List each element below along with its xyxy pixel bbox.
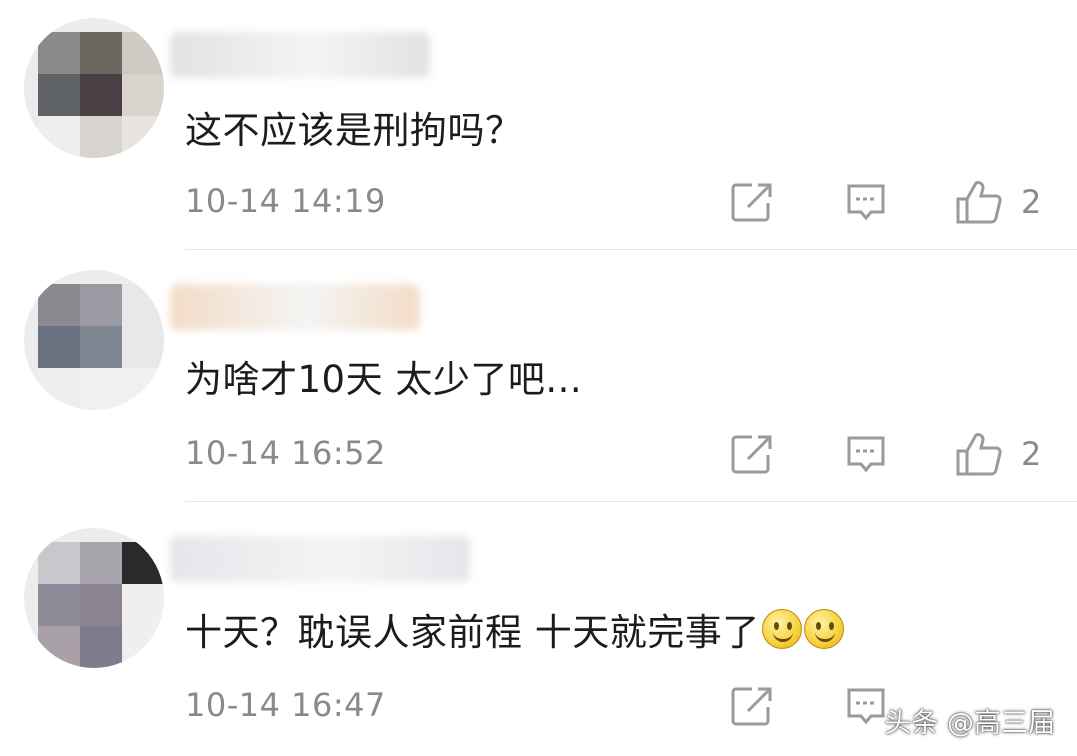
avatar-pixel (80, 584, 122, 626)
share-icon (730, 433, 774, 475)
username-blurred[interactable] (170, 284, 420, 330)
avatar-pixel (80, 626, 122, 668)
avatar[interactable] (24, 18, 164, 158)
thumbs-up-icon (955, 179, 1003, 225)
thumbs-up-icon (955, 431, 1003, 477)
avatar-pixel (38, 584, 80, 626)
avatar-pixel (122, 32, 164, 74)
avatar-pixel (80, 74, 122, 116)
comment-text: 为啥才10天 太少了吧... (185, 358, 583, 401)
avatar-pixel (122, 542, 164, 584)
comment-icon (845, 685, 887, 727)
share-button[interactable] (730, 180, 774, 224)
share-button[interactable] (730, 684, 774, 728)
avatar-pixel (38, 116, 80, 158)
avatar-pixel (38, 368, 80, 410)
avatar-pixel (122, 368, 164, 410)
reply-button[interactable] (845, 432, 887, 476)
avatar-pixel (38, 32, 80, 74)
watermark: 头条 @高三届 (884, 708, 1055, 739)
comment-text: 这不应该是刑拘吗？ (185, 109, 523, 152)
avatar-pixel (38, 326, 80, 368)
avatar-pixel (38, 626, 80, 668)
comment-icon (845, 181, 887, 223)
comment-icon (845, 433, 887, 475)
share-icon (730, 685, 774, 727)
avatar-pixel (122, 284, 164, 326)
share-button[interactable] (730, 432, 774, 476)
like-button[interactable]: 2 (955, 432, 1041, 476)
comment-text: 十天？耽误人家前程 十天就完事了 (185, 602, 844, 656)
avatar-pixel (122, 584, 164, 626)
avatar-pixel (80, 32, 122, 74)
avatar-pixel (38, 542, 80, 584)
avatar-pixel (122, 116, 164, 158)
avatar-pixel (80, 116, 122, 158)
avatar-pixel (38, 284, 80, 326)
smile-emoji-icon (803, 609, 844, 649)
like-button[interactable]: 2 (955, 180, 1041, 224)
comment-time: 10-14 16:47 (185, 686, 386, 724)
comment-time: 10-14 14:19 (185, 182, 386, 220)
divider (185, 501, 1077, 502)
reply-button[interactable] (845, 180, 887, 224)
avatar-pixel (122, 326, 164, 368)
avatar[interactable] (24, 528, 164, 668)
comment-time: 10-14 16:52 (185, 434, 386, 472)
like-count: 2 (1021, 435, 1042, 473)
username-blurred[interactable] (170, 32, 430, 78)
username-blurred[interactable] (170, 536, 470, 582)
like-count: 2 (1021, 183, 1042, 221)
smile-emoji-icon (761, 609, 802, 649)
avatar-pixel (122, 626, 164, 668)
comment-item: 这不应该是刑拘吗？ 10-14 14:19 2 (0, 0, 1077, 250)
avatar-pixel (80, 284, 122, 326)
divider (185, 249, 1077, 250)
avatar-pixel (38, 74, 80, 116)
avatar-pixel (122, 74, 164, 116)
avatar[interactable] (24, 270, 164, 410)
reply-button[interactable] (845, 684, 887, 728)
comment-item: 为啥才10天 太少了吧... 10-14 16:52 2 (0, 252, 1077, 502)
avatar-pixel (80, 368, 122, 410)
share-icon (730, 181, 774, 223)
avatar-pixel (80, 542, 122, 584)
avatar-pixel (80, 326, 122, 368)
